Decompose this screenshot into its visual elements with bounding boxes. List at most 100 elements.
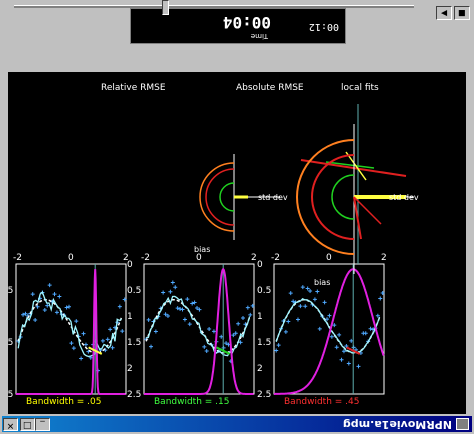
- window-title: NPRMovie1a.mpg: [342, 418, 452, 431]
- data-point: [202, 344, 207, 349]
- y-tick-label: 1.5: [127, 338, 141, 348]
- data-point: [346, 361, 351, 366]
- data-point: [303, 304, 308, 309]
- data-point: [349, 338, 354, 343]
- data-point: [153, 329, 158, 334]
- data-point: [219, 334, 224, 339]
- rel-bias-label: bias: [314, 278, 330, 287]
- x-tick-label: -2: [141, 253, 150, 263]
- data-point: [47, 283, 52, 288]
- kernel-weight-curve: [274, 268, 385, 395]
- x-tick-label: 0: [68, 253, 74, 263]
- title-bar[interactable]: NPRMovie1a.mpg _ □ ✕: [2, 416, 472, 432]
- data-point: [315, 289, 320, 294]
- app-icon[interactable]: [456, 418, 469, 430]
- data-point: [45, 303, 50, 308]
- data-point: [180, 307, 185, 312]
- seek-track[interactable]: [14, 5, 414, 8]
- y-tick-label: 1.5: [8, 338, 13, 348]
- data-point: [378, 296, 383, 301]
- data-point: [81, 331, 86, 336]
- time-current: 00:04: [222, 13, 271, 32]
- panel-caption: Bandwidth = .15: [154, 397, 230, 407]
- data-point: [236, 321, 241, 326]
- data-point: [187, 322, 192, 327]
- data-point: [161, 290, 166, 295]
- play-button[interactable]: ▶: [436, 6, 452, 20]
- data-point: [295, 317, 300, 322]
- y-tick-label: 2: [127, 364, 133, 374]
- title-relative-rmse: Relative RMSE: [101, 83, 166, 93]
- data-point: [173, 285, 178, 290]
- y-tick-label: 2: [257, 364, 263, 374]
- data-point: [363, 331, 368, 336]
- data-point: [182, 317, 187, 322]
- data-point: [286, 319, 291, 324]
- data-point: [329, 334, 334, 339]
- abs-std-dev-label: std dev: [258, 193, 288, 202]
- rel-rmse-arc-orange: [296, 139, 355, 255]
- data-point: [298, 304, 303, 309]
- data-point: [305, 286, 310, 291]
- data-point: [149, 344, 154, 349]
- abs-rmse-arc-orange: [199, 162, 235, 232]
- video-frame: Bandwidth = .05 -2 0 2 0 0.5 1 1.5 2 2.5 Bandwidth…: [0, 83, 419, 407]
- title-local-fits: local fits: [341, 83, 379, 93]
- x-tick-label: 0: [326, 253, 332, 263]
- data-point: [211, 329, 216, 334]
- close-button[interactable]: ✕: [3, 418, 18, 431]
- stop-button[interactable]: ■: [454, 6, 470, 20]
- data-point: [52, 292, 57, 297]
- y-tick-label: 2.5: [127, 390, 141, 400]
- video-area: Bandwidth = .05 -2 0 2 0 0.5 1 1.5 2 2.5 Bandwidth…: [0, 72, 466, 414]
- data-point: [146, 317, 151, 322]
- y-tick-label: 0.5: [127, 286, 141, 296]
- data-point: [67, 304, 72, 309]
- data-point: [339, 357, 344, 362]
- rotated-window-content: NPRMovie1a.mpg _ □ ✕ Bandwidth = .05 -2 0 2…: [0, 0, 474, 434]
- data-point: [64, 305, 69, 310]
- data-point: [207, 327, 212, 332]
- data-point: [274, 348, 279, 353]
- data-point: [42, 307, 47, 312]
- y-tick-label: 0: [257, 260, 263, 270]
- panel-caption: Bandwidth = .45: [284, 397, 360, 407]
- data-point: [83, 342, 88, 347]
- data-point: [317, 326, 322, 331]
- minimize-button[interactable]: _: [35, 418, 50, 431]
- bandwidth-panel-2: Bandwidth = .15 -2 0 2 0 0.5 1 1.5 2 2.5: [127, 253, 257, 407]
- y-tick-label: 0.5: [257, 286, 271, 296]
- data-point: [170, 280, 175, 285]
- y-tick-label: 1.5: [257, 338, 271, 348]
- data-point: [368, 326, 373, 331]
- control-bar: ■ ▶ Time 00:04 00:12: [0, 0, 474, 70]
- x-tick-label: 2: [381, 253, 387, 263]
- data-point: [168, 289, 173, 294]
- rel-rmse-arc-green: [331, 174, 355, 220]
- y-tick-label: 2.5: [8, 390, 13, 400]
- title-absolute-rmse: Absolute RMSE: [236, 83, 304, 93]
- data-point: [308, 288, 313, 293]
- data-point: [100, 338, 105, 343]
- data-point: [327, 313, 332, 318]
- kernel-weight-curve: [16, 269, 126, 395]
- data-point: [105, 337, 110, 342]
- x-tick-label: 0: [196, 253, 202, 263]
- movie-player-window: NPRMovie1a.mpg _ □ ✕ Bandwidth = .05 -2 0 2…: [0, 0, 474, 434]
- panel-caption: Bandwidth = .05: [26, 397, 102, 407]
- data-point: [283, 329, 288, 334]
- y-tick-label: 1: [127, 312, 133, 322]
- data-point: [322, 300, 327, 305]
- data-point: [108, 327, 113, 332]
- abs-bias-label: bias: [194, 245, 210, 254]
- data-point: [71, 346, 76, 351]
- data-point: [185, 297, 190, 302]
- time-total: 00:12: [308, 21, 339, 32]
- seek-thumb[interactable]: [162, 0, 169, 15]
- bandwidth-panel-1: Bandwidth = .05-20200.511.522.5: [0, 253, 129, 407]
- y-tick-label: 0.5: [8, 286, 13, 296]
- abs-rmse-arc-green: [219, 182, 235, 212]
- maximize-button[interactable]: □: [20, 418, 35, 431]
- data-point: [120, 329, 125, 334]
- data-point: [117, 304, 122, 309]
